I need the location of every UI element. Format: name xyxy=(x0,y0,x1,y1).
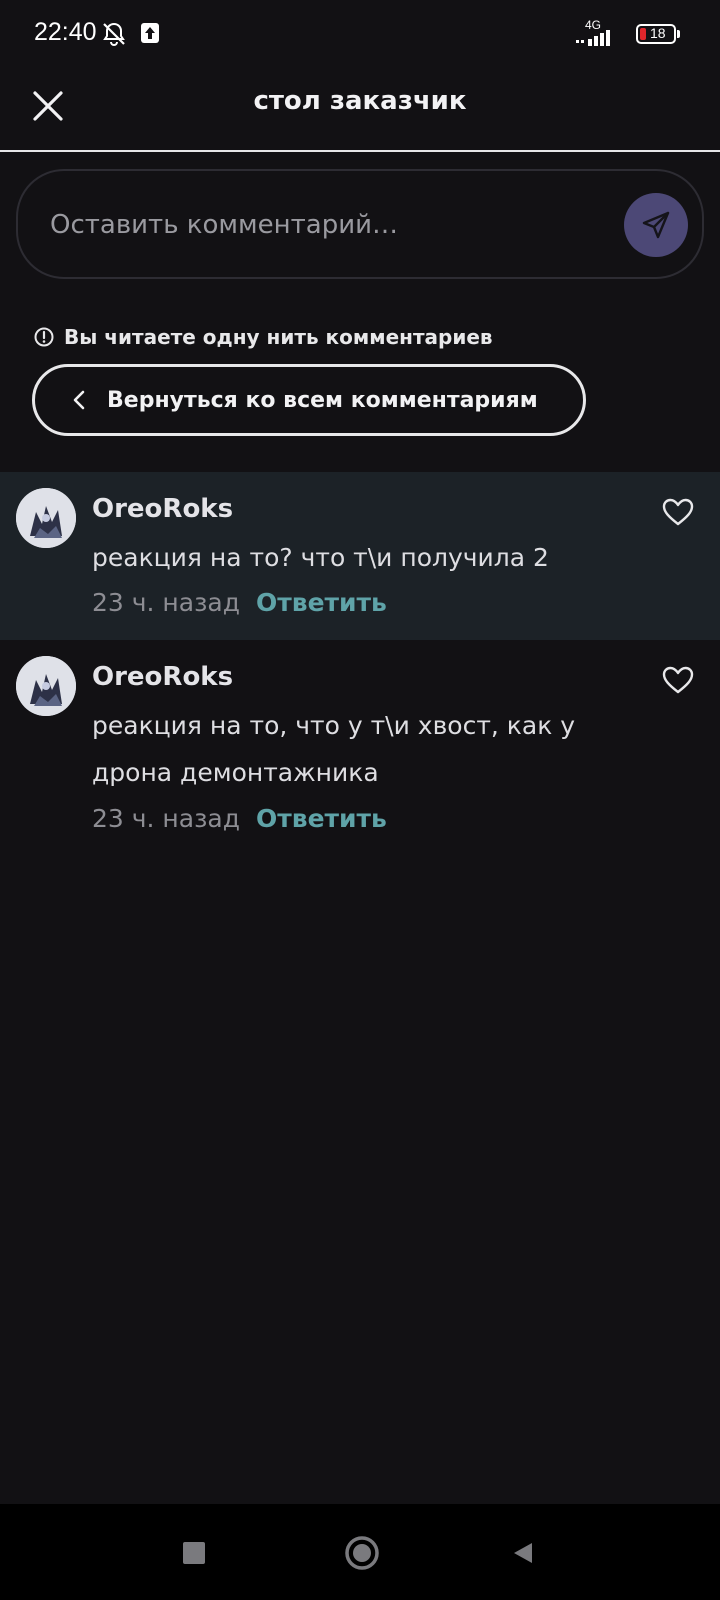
reply-button[interactable]: Ответить xyxy=(256,588,387,617)
header: стол заказчик xyxy=(0,68,720,152)
comment-time: 23 ч. назад xyxy=(92,804,240,833)
page-title: стол заказчик xyxy=(253,86,467,116)
battery-tip xyxy=(677,30,680,38)
chevron-left-icon xyxy=(67,388,91,412)
screen: 22:40 4G 18 стол заказчик Оставить комме… xyxy=(0,0,720,1600)
home-button[interactable] xyxy=(343,1534,381,1572)
comment-text: реакция на то? что т\и получила 2 xyxy=(92,543,549,572)
upload-icon xyxy=(140,22,160,48)
back-button-label: Вернуться ко всем комментариям xyxy=(107,387,538,413)
like-button[interactable] xyxy=(658,660,698,700)
status-bar: 22:40 4G 18 xyxy=(0,0,720,68)
comment-input[interactable] xyxy=(48,203,592,247)
back-to-all-comments-button[interactable]: Вернуться ко всем комментариям xyxy=(32,364,586,436)
like-button[interactable] xyxy=(658,492,698,532)
avatar[interactable] xyxy=(16,488,76,548)
battery-level: 18 xyxy=(650,25,666,41)
send-icon xyxy=(642,211,670,239)
battery-icon: 18 xyxy=(636,24,676,44)
comment-author[interactable]: OreoRoks xyxy=(92,662,233,692)
info-icon xyxy=(34,327,54,347)
comment-author[interactable]: OreoRoks xyxy=(92,494,233,524)
comment-time: 23 ч. назад xyxy=(92,588,240,617)
back-nav-button[interactable] xyxy=(510,1540,536,1566)
comment-item: OreoRoks реакция на то, что у т\и хвост,… xyxy=(0,640,720,860)
send-button[interactable] xyxy=(624,193,688,257)
mute-notifications-icon xyxy=(100,20,128,52)
comment-box xyxy=(16,169,704,279)
comment-meta: 23 ч. назад Ответить xyxy=(92,804,387,833)
comment-item: OreoRoks реакция на то? что т\и получила… xyxy=(0,472,720,640)
heart-icon xyxy=(662,498,694,526)
comment-text: реакция на то, что у т\и хвост, как у др… xyxy=(92,711,576,787)
reply-button[interactable]: Ответить xyxy=(256,804,387,833)
system-nav-bar xyxy=(0,1504,720,1600)
thread-notice: Вы читаете одну нить комментариев xyxy=(34,325,493,349)
comment-meta: 23 ч. назад Ответить xyxy=(92,588,387,617)
status-time: 22:40 xyxy=(34,18,97,46)
avatar[interactable] xyxy=(16,656,76,716)
thread-notice-text: Вы читаете одну нить комментариев xyxy=(64,325,493,349)
recents-button[interactable] xyxy=(183,1542,205,1564)
heart-icon xyxy=(662,666,694,694)
signal-icon xyxy=(576,28,616,50)
